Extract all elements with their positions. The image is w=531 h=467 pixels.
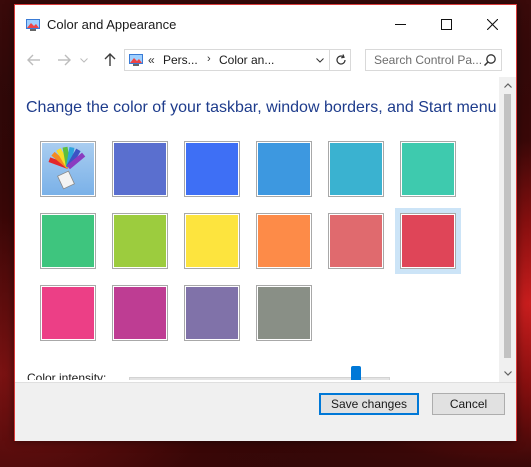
vertical-scrollbar[interactable] xyxy=(499,77,516,382)
up-arrow-icon xyxy=(104,53,116,66)
swatch-fill xyxy=(402,215,454,267)
swatch-fill xyxy=(42,215,94,267)
color-swatch[interactable] xyxy=(256,285,312,341)
color-and-appearance-window: Color and Appearance « Pers... › Color a… xyxy=(14,4,517,441)
minimize-icon xyxy=(394,23,406,25)
swatch-fill xyxy=(258,287,310,339)
back-arrow-icon xyxy=(27,54,40,66)
control-panel-icon xyxy=(129,54,143,66)
swatch-fill xyxy=(42,143,94,195)
maximize-button[interactable] xyxy=(423,5,469,43)
color-swatch[interactable] xyxy=(112,141,168,197)
color-swatch[interactable] xyxy=(184,213,240,269)
save-changes-button[interactable]: Save changes xyxy=(319,393,419,415)
swatch-fill xyxy=(186,215,238,267)
swatch-fill xyxy=(258,215,310,267)
address-overflow-chevron[interactable]: « xyxy=(148,53,155,67)
swatch-fill xyxy=(186,143,238,195)
color-swatch[interactable] xyxy=(328,141,384,197)
search-placeholder: Search Control Pa... xyxy=(374,53,483,67)
chevron-down-icon xyxy=(503,371,512,376)
color-swatch[interactable] xyxy=(400,141,456,197)
search-icon[interactable] xyxy=(483,53,497,67)
automatic-color-swatch[interactable] xyxy=(40,141,96,197)
color-swatch[interactable] xyxy=(184,141,240,197)
swatch-fill xyxy=(330,215,382,267)
address-bar[interactable]: « Pers... › Color an... xyxy=(124,49,351,71)
color-swatch[interactable] xyxy=(256,141,312,197)
color-intensity-label: Color intensity: xyxy=(27,371,107,380)
scrollbar-thumb[interactable] xyxy=(504,94,511,358)
swatch-fill xyxy=(42,287,94,339)
chevron-down-icon xyxy=(80,57,88,63)
chevron-up-icon xyxy=(503,83,512,88)
refresh-button[interactable] xyxy=(329,50,351,70)
chevron-down-icon xyxy=(316,57,324,63)
swatch-fill xyxy=(330,143,382,195)
color-swatch[interactable] xyxy=(40,285,96,341)
color-intensity-slider-thumb[interactable] xyxy=(351,366,362,380)
navigation-bar: « Pers... › Color an... Search Control P… xyxy=(15,43,516,77)
color-swatch[interactable] xyxy=(184,285,240,341)
breadcrumb-separator[interactable]: › xyxy=(207,53,211,65)
page-heading: Change the color of your taskbar, window… xyxy=(26,99,497,116)
window-title: Color and Appearance xyxy=(47,17,177,32)
minimize-button[interactable] xyxy=(377,5,423,43)
search-input[interactable]: Search Control Pa... xyxy=(365,49,502,71)
dialog-footer: Save changes Cancel xyxy=(15,382,516,441)
swatch-fill xyxy=(186,287,238,339)
maximize-icon xyxy=(440,18,452,30)
swatch-fill xyxy=(114,215,166,267)
swatch-fill xyxy=(402,143,454,195)
scroll-down-button[interactable] xyxy=(499,365,516,382)
forward-button[interactable] xyxy=(53,49,75,71)
color-swatch[interactable] xyxy=(395,208,461,274)
color-swatch[interactable] xyxy=(40,213,96,269)
control-panel-icon xyxy=(26,19,40,31)
close-button[interactable] xyxy=(469,5,515,43)
recent-locations-button[interactable] xyxy=(77,49,91,71)
back-button[interactable] xyxy=(23,49,45,71)
title-bar[interactable]: Color and Appearance xyxy=(15,5,516,43)
color-swatch[interactable] xyxy=(256,213,312,269)
color-swatch[interactable] xyxy=(328,213,384,269)
swatch-fill xyxy=(114,143,166,195)
color-palette-icon xyxy=(48,146,86,190)
breadcrumb-color-and-appearance[interactable]: Color an... xyxy=(219,53,274,67)
refresh-icon xyxy=(335,54,346,65)
swatch-fill xyxy=(114,287,166,339)
swatch-fill xyxy=(258,143,310,195)
scroll-up-button[interactable] xyxy=(499,77,516,94)
main-content: Change the color of your taskbar, window… xyxy=(15,77,516,380)
breadcrumb-personalization[interactable]: Pers... xyxy=(163,53,198,67)
cancel-button[interactable]: Cancel xyxy=(432,393,505,415)
forward-arrow-icon xyxy=(58,54,71,66)
close-icon xyxy=(486,18,498,30)
color-swatch[interactable] xyxy=(112,285,168,341)
address-dropdown-button[interactable] xyxy=(312,50,328,70)
up-button[interactable] xyxy=(99,49,121,71)
color-swatch[interactable] xyxy=(112,213,168,269)
